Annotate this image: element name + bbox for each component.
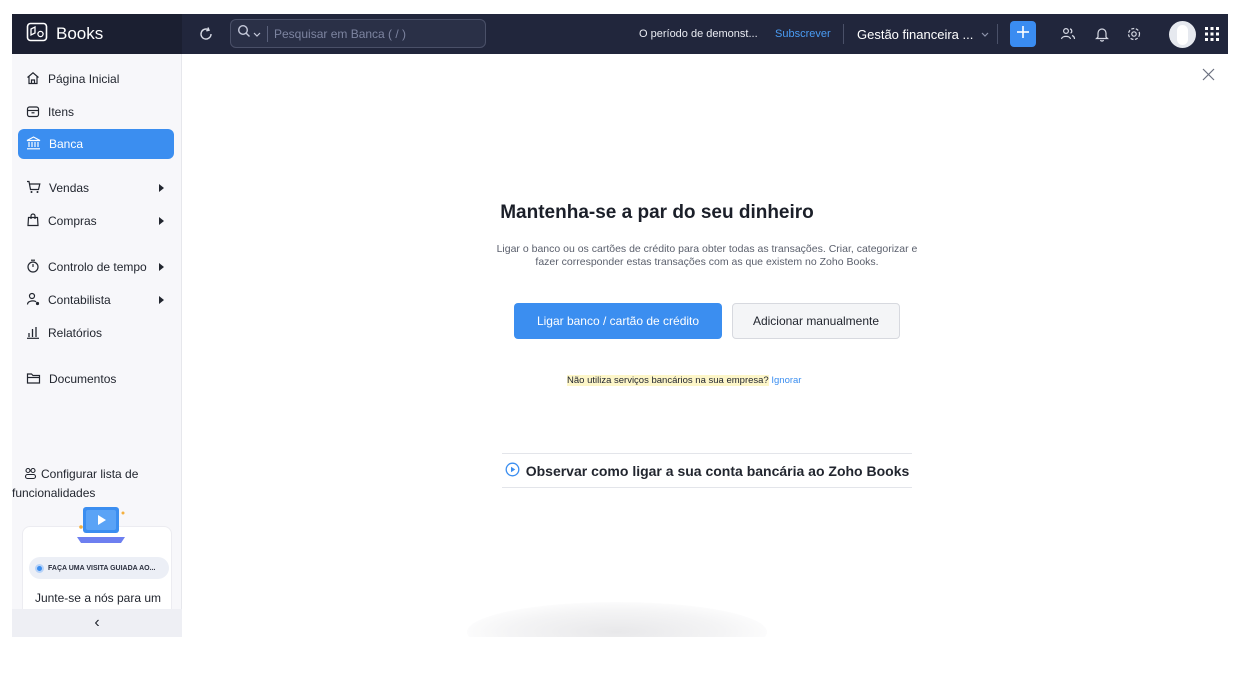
main-content: Mantenha-se a par do seu dinheiro Ligar …	[182, 54, 1228, 637]
subscribe-label[interactable]: Subscrever	[775, 28, 831, 40]
sidebar-item-reports[interactable]: Relatórios	[18, 318, 174, 348]
configure-features-line2: funcionalidades	[12, 486, 96, 500]
expand-arrow-icon[interactable]	[159, 296, 164, 304]
sidebar-item-label: Contabilista	[48, 293, 111, 307]
sidebar: Página Inicial Itens Banca Vendas Compra…	[12, 54, 182, 637]
guided-tour-label: FAÇA UMA VISITA GUIADA AO...	[48, 564, 156, 572]
page-title: Mantenha-se a par do seu dinheiro	[500, 202, 814, 223]
bell-icon[interactable]	[1092, 24, 1112, 44]
avatar[interactable]	[1169, 21, 1196, 48]
cart-icon	[26, 180, 41, 197]
search-box[interactable]: Pesquisar em Banca ( / )	[230, 19, 486, 48]
sidebar-item-items[interactable]: Itens	[18, 97, 174, 127]
illustration-shadow	[467, 602, 767, 637]
divider	[843, 14, 844, 54]
expand-arrow-icon[interactable]	[159, 184, 164, 192]
users-icon[interactable]	[1058, 24, 1078, 44]
configure-features-line1: Configurar lista de	[41, 467, 139, 481]
ignore-link[interactable]: Ignorar	[771, 375, 801, 386]
chevron-left-icon: ‹	[94, 614, 100, 631]
org-name[interactable]: Gestão financeira ...	[857, 27, 973, 42]
sidebar-item-purchases[interactable]: Compras	[18, 206, 174, 236]
bag-icon	[26, 212, 40, 230]
connect-bank-button[interactable]: Ligar banco / cartão de crédito	[514, 303, 722, 339]
sidebar-item-label: Itens	[48, 105, 75, 119]
accountant-icon	[26, 292, 40, 309]
divider	[997, 14, 998, 54]
plus-icon	[1016, 25, 1030, 44]
divider	[267, 25, 268, 42]
chevron-down-icon[interactable]	[253, 25, 261, 43]
guided-tour-badge[interactable]: FAÇA UMA VISITA GUIADA AO...	[29, 557, 169, 579]
play-circle-icon	[505, 462, 520, 480]
expand-arrow-icon[interactable]	[159, 217, 164, 225]
trial-status: O período de demonst...	[639, 14, 758, 54]
sidebar-item-sales[interactable]: Vendas	[18, 173, 174, 203]
subscribe-link[interactable]: Subscrever	[775, 14, 831, 54]
items-icon	[26, 104, 40, 121]
sidebar-item-documents[interactable]: Documentos	[18, 364, 174, 394]
app-grid-icon[interactable]	[1202, 24, 1222, 44]
top-bar: Books Pesquisar em Banca ( / ) O período…	[12, 14, 1228, 54]
search-input[interactable]: Pesquisar em Banca ( / )	[274, 27, 406, 41]
configure-features-link[interactable]: Configurar lista de funcionalidades	[12, 466, 174, 502]
sidebar-item-label: Documentos	[49, 372, 117, 386]
timer-icon	[26, 259, 40, 276]
features-icon	[24, 467, 37, 485]
no-bank-question: Não utiliza serviços bancários na sua em…	[567, 375, 769, 386]
app-window: Books Pesquisar em Banca ( / ) O período…	[12, 14, 1228, 637]
laptop-play-icon	[73, 505, 129, 554]
sidebar-item-home[interactable]: Página Inicial	[18, 64, 174, 94]
sidebar-item-label: Controlo de tempo	[48, 260, 147, 274]
sidebar-item-label: Compras	[48, 214, 97, 228]
refresh-icon[interactable]	[198, 14, 214, 54]
no-bank-notice: Não utiliza serviços bancários na sua em…	[567, 375, 801, 386]
books-logo-icon	[26, 22, 48, 47]
badge-dot-icon	[35, 563, 44, 573]
watch-video-label: Observar como ligar a sua conta bancária…	[525, 462, 910, 479]
sidebar-item-label: Banca	[49, 137, 84, 151]
add-manually-button[interactable]: Adicionar manualmente	[732, 303, 900, 339]
watch-video-link[interactable]: Observar como ligar a sua conta bancária…	[502, 453, 912, 488]
org-switcher[interactable]: Gestão financeira ...	[857, 14, 989, 54]
close-icon[interactable]	[1200, 66, 1218, 84]
chevron-down-icon	[981, 25, 989, 43]
quick-create-button[interactable]	[1010, 21, 1036, 47]
bank-icon	[26, 135, 41, 153]
sidebar-item-accountant[interactable]: Contabilista	[18, 285, 174, 315]
sidebar-item-label: Relatórios	[48, 326, 103, 340]
expand-arrow-icon[interactable]	[159, 263, 164, 271]
page-description: Ligar o banco ou os cartões de crédito p…	[496, 243, 918, 268]
collapse-sidebar-button[interactable]: ‹	[12, 609, 182, 637]
search-icon[interactable]	[237, 24, 251, 43]
brand[interactable]: Books	[12, 14, 182, 54]
trial-text: O período de demonst...	[639, 28, 758, 40]
home-icon	[26, 71, 40, 88]
guided-tour-text: Junte-se a nós para um	[34, 591, 162, 605]
sidebar-item-label: Página Inicial	[48, 72, 120, 86]
sidebar-item-timesheet[interactable]: Controlo de tempo	[18, 252, 174, 282]
sidebar-item-label: Vendas	[49, 181, 90, 195]
sidebar-item-bank[interactable]: Banca	[18, 129, 174, 159]
app-name: Books	[56, 24, 104, 43]
folder-icon	[26, 371, 41, 388]
gear-icon[interactable]	[1124, 24, 1144, 44]
reports-icon	[26, 325, 40, 342]
